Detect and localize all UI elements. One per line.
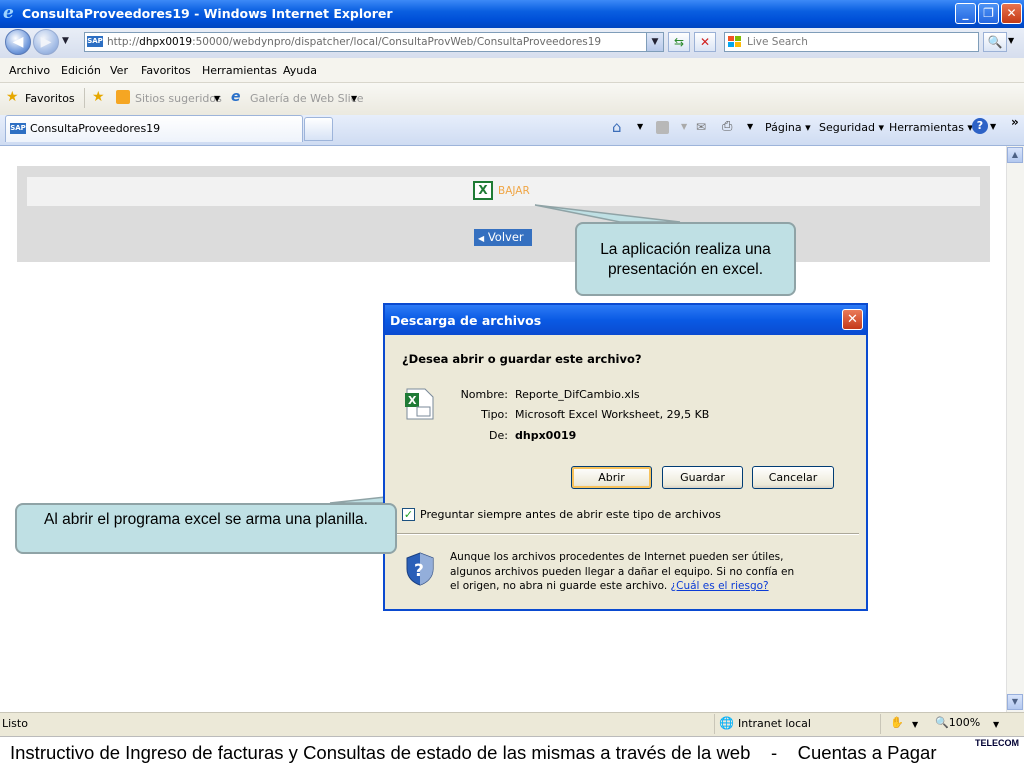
always-ask-label: Preguntar siempre antes de abrir este ti… [420, 508, 721, 521]
zoom-dropdown-icon[interactable]: ▼ [993, 720, 999, 729]
footer-caption: Instructivo de Ingreso de facturas y Con… [10, 742, 937, 763]
name-label: Nombre: [460, 388, 508, 401]
file-type-value: Microsoft Excel Worksheet, 29,5 KB [515, 408, 710, 421]
callout-excel-spreadsheet: Al abrir el programa excel se arma una p… [15, 503, 397, 554]
divider [880, 714, 881, 734]
dialog-title: Descarga de archivos [390, 313, 542, 328]
security-zone[interactable]: Intranet local [738, 717, 811, 730]
dialog-separator [397, 533, 859, 535]
status-bar [0, 712, 1024, 737]
intranet-zone-icon: 🌐 [719, 716, 734, 730]
zoom-icon: 🔍 [935, 716, 949, 729]
warning-line-2: algunos archivos pueden llegar a dañar e… [450, 565, 795, 578]
protected-mode-icon[interactable]: ✋ [890, 716, 904, 729]
file-source-value: dhpx0019 [515, 429, 577, 442]
always-ask-checkbox[interactable]: ✓ [402, 508, 415, 521]
save-button[interactable]: Guardar [662, 466, 743, 489]
warning-line-1: Aunque los archivos procedentes de Inter… [450, 551, 784, 563]
callout-excel-presentation: La aplicación realiza una presentación e… [575, 222, 796, 296]
callout-top-text: La aplicación realiza una presentación e… [600, 241, 771, 278]
security-shield-icon: ? [406, 552, 434, 586]
status-text: Listo [2, 717, 28, 730]
security-warning-text: Aunque los archivos procedentes de Inter… [450, 550, 794, 594]
open-button[interactable]: Abrir [571, 466, 652, 489]
type-label: Tipo: [481, 408, 508, 421]
zoom-control[interactable]: 🔍100% [935, 716, 980, 729]
svg-text:?: ? [414, 561, 424, 581]
from-label: De: [489, 429, 508, 442]
zoom-level: 100% [948, 716, 981, 729]
warning-line-3: el origen, no abra ni guarde este archiv… [450, 580, 668, 592]
risk-link[interactable]: ¿Cuál es el riesgo? [671, 580, 769, 592]
dialog-close-button[interactable]: ✕ [842, 309, 863, 330]
telecom-logo: TELECOM [975, 738, 1019, 748]
divider [714, 714, 715, 734]
file-name-value: Reporte_DifCambio.xls [515, 388, 640, 401]
protected-mode-dropdown-icon[interactable]: ▼ [912, 720, 918, 729]
dialog-question: ¿Desea abrir o guardar este archivo? [402, 352, 642, 366]
file-download-dialog: Descarga de archivos ✕ ¿Desea abrir o gu… [383, 303, 868, 611]
callout-left-text: Al abrir el programa excel se arma una p… [44, 511, 368, 528]
top-callout-pointer [534, 204, 681, 223]
cancel-button[interactable]: Cancelar [752, 466, 834, 489]
dialog-title-bar: Descarga de archivos ✕ [385, 305, 866, 335]
